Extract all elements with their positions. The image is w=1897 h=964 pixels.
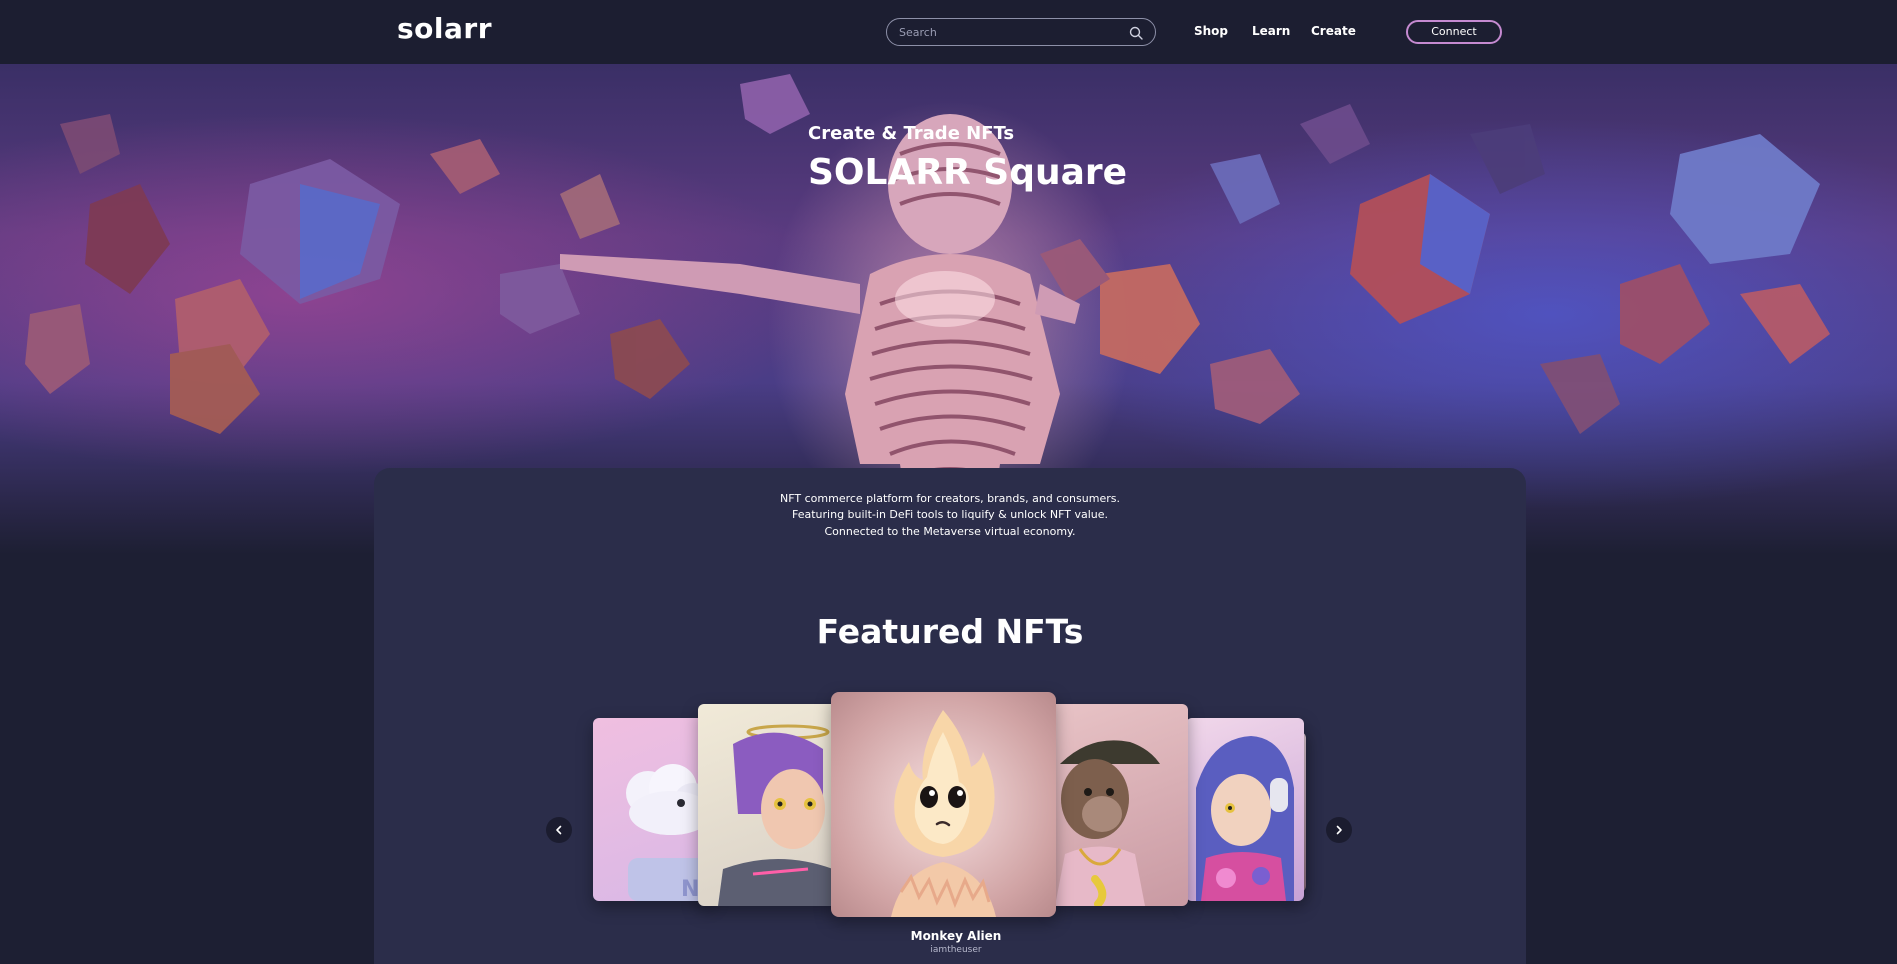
intro-line-3: Connected to the Metaverse virtual econo… <box>824 525 1076 538</box>
svg-text:N: N <box>681 877 699 901</box>
connect-wallet-button[interactable]: Connect <box>1406 20 1502 44</box>
search-input[interactable] <box>899 19 1119 45</box>
solarr-logo[interactable]: solarr <box>397 12 492 46</box>
main-content-panel: NFT commerce platform for creators, bran… <box>374 468 1526 964</box>
carousel-next-button[interactable] <box>1326 817 1352 843</box>
hero-title: SOLARR Square <box>808 152 1128 193</box>
top-navigation-bar: solarr Shop Learn Create Connect <box>0 0 1897 64</box>
featured-nft-name: Monkey Alien <box>910 929 1002 943</box>
nav-create-link[interactable]: Create <box>1311 22 1356 40</box>
nft-card-monkey[interactable] <box>1050 704 1188 906</box>
nav-learn-link[interactable]: Learn <box>1252 22 1290 40</box>
nft-card-cloud[interactable]: N <box>593 718 713 901</box>
carousel-prev-button[interactable] <box>546 817 572 843</box>
search-icon[interactable] <box>1129 26 1143 40</box>
nft-card-featured-flame[interactable] <box>831 692 1056 917</box>
search-box[interactable] <box>886 18 1156 46</box>
chevron-left-icon <box>556 825 562 835</box>
chevron-right-icon <box>1336 825 1342 835</box>
featured-nft-creator[interactable]: iamtheuser <box>374 944 1526 956</box>
intro-line-2: Featuring built-in DeFi tools to liquify… <box>792 508 1108 521</box>
featured-nfts-heading: Featured NFTs <box>816 612 1084 651</box>
hero-kicker: Create & Trade NFTs <box>808 123 1015 144</box>
nft-card-halo-girl[interactable] <box>698 704 838 906</box>
intro-line-1: NFT commerce platform for creators, bran… <box>780 492 1120 505</box>
nav-shop-link[interactable]: Shop <box>1194 22 1228 40</box>
nft-card-hooded-girl[interactable] <box>1186 718 1304 901</box>
